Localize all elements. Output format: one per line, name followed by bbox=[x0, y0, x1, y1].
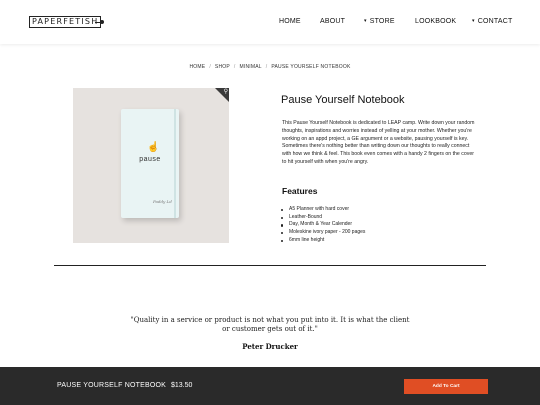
nav-store-label: STORE bbox=[369, 18, 395, 25]
nav-contact[interactable]: ▾ CONTACT bbox=[472, 18, 512, 25]
breadcrumb-home[interactable]: HOME bbox=[190, 64, 206, 70]
magnifier-icon[interactable]: ⚲ bbox=[224, 88, 228, 96]
feature-item: Moleskine ivory paper - 200 pages bbox=[280, 229, 366, 236]
bar-product-name: PAUSE YOURSELF NOTEBOOK bbox=[57, 382, 166, 389]
site-header: PAPERFETISH HOME ABOUT ▾ STORE LOOKBOOK ▾… bbox=[0, 0, 540, 44]
feature-item: 6mm line height bbox=[280, 237, 365, 245]
notebook-cover-word: pause bbox=[139, 156, 161, 163]
breadcrumb-shop[interactable]: SHOP bbox=[215, 64, 230, 70]
quote-author: Peter Drucker bbox=[242, 342, 298, 351]
sticky-cart-bar: PAUSE YOURSELF NOTEBOOK $13.50 Add To Ca… bbox=[0, 367, 540, 405]
features-heading: Features bbox=[282, 186, 318, 196]
nav-home[interactable]: HOME bbox=[279, 18, 301, 25]
logo-dot bbox=[100, 20, 104, 24]
caret-down-icon: ▾ bbox=[472, 18, 475, 24]
product-title: Pause Yourself Notebook bbox=[281, 94, 405, 106]
nav-lookbook[interactable]: LOOKBOOK bbox=[415, 18, 456, 25]
caret-down-icon: ▾ bbox=[364, 18, 367, 24]
breadcrumb-separator: / bbox=[233, 64, 236, 70]
nav-home-label: HOME bbox=[279, 18, 301, 25]
breadcrumb-current: PAUSE YOURSELF NOTEBOOK bbox=[271, 64, 351, 70]
breadcrumb-separator: / bbox=[265, 64, 268, 70]
nav-store[interactable]: ▾ STORE bbox=[364, 18, 395, 25]
notebook-picture: ☝ pause Paddy Ld bbox=[121, 109, 179, 218]
bar-product-price: $13.50 bbox=[171, 382, 193, 389]
breadcrumb-separator: / bbox=[209, 64, 211, 70]
nav-contact-label: CONTACT bbox=[477, 18, 513, 25]
nav-about-label: ABOUT bbox=[320, 18, 346, 25]
nav-lookbook-label: LOOKBOOK bbox=[415, 18, 457, 25]
breadcrumb-minimal[interactable]: MINIMAL bbox=[239, 64, 261, 70]
feature-item: Leather-Bound bbox=[280, 214, 365, 222]
quote-text: "Quality in a service or product is not … bbox=[130, 316, 410, 333]
section-divider bbox=[54, 265, 486, 266]
nav-about[interactable]: ABOUT bbox=[320, 18, 345, 25]
feature-item: Day, Month & Year Calender bbox=[280, 221, 365, 229]
add-to-cart-button[interactable]: Add To Cart bbox=[404, 379, 488, 394]
site-logo[interactable]: PAPERFETISH bbox=[29, 16, 102, 28]
product-image[interactable]: ☝ pause Paddy Ld ⚲ bbox=[73, 88, 229, 243]
product-description: This Pause Yourself Notebook is dedicate… bbox=[282, 120, 475, 165]
feature-item: A5 Planner with hard cover bbox=[280, 206, 365, 214]
notebook-cover-signature: Paddy Ld bbox=[153, 199, 172, 204]
features-list: A5 Planner with hard cover Leather-Bound… bbox=[280, 206, 366, 245]
hand-gesture-icon: ☝ bbox=[147, 142, 160, 153]
breadcrumb: HOME / SHOP / MINIMAL / PAUSE YOURSELF NOTEBOO… bbox=[0, 64, 540, 70]
notebook-elastic-band bbox=[174, 109, 176, 218]
